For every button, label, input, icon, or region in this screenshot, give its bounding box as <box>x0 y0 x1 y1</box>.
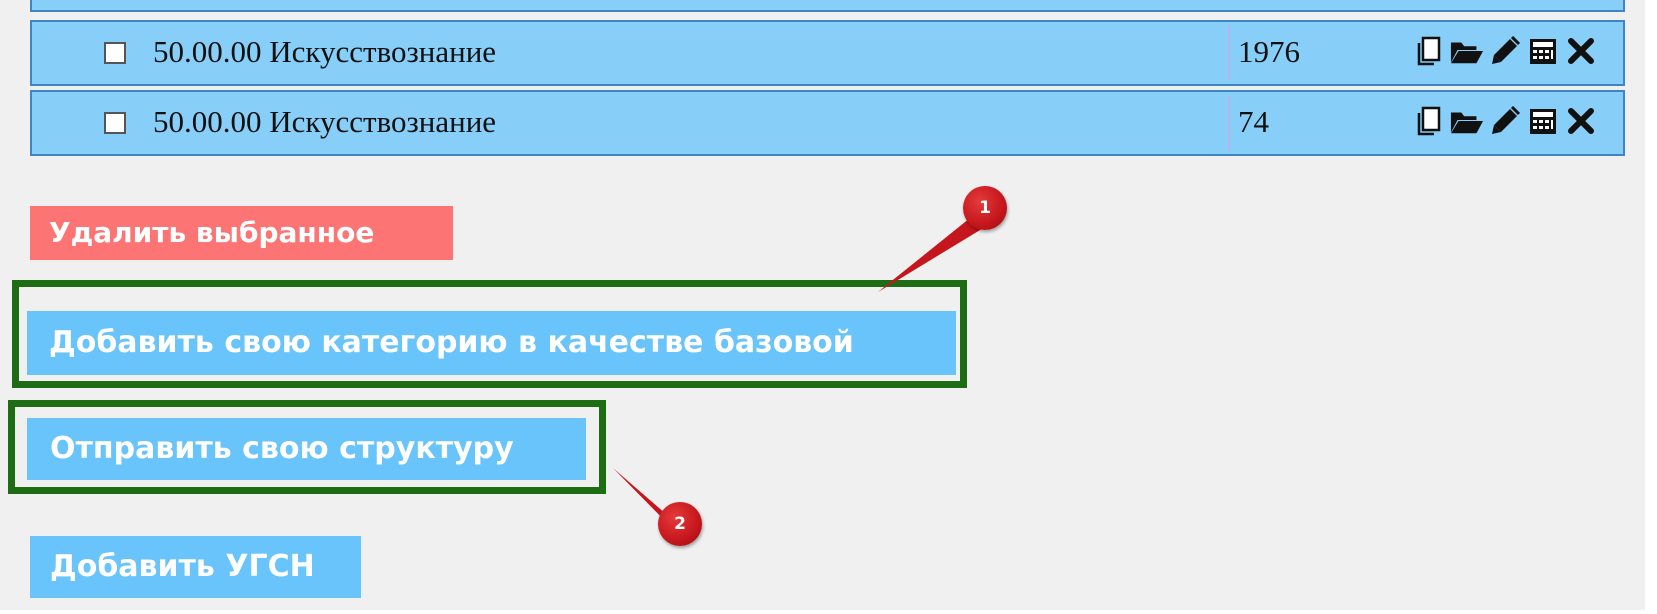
row-actions <box>1412 104 1598 138</box>
row-select-checkbox[interactable] <box>104 112 126 134</box>
column-divider <box>1228 96 1230 150</box>
table-row: 50.00.00 Искусствознание 74 <box>30 90 1625 156</box>
annotation-marker-1: 1 <box>963 186 1007 230</box>
folder-open-icon[interactable] <box>1450 34 1484 68</box>
column-divider <box>1228 26 1230 80</box>
add-category-as-base-button[interactable]: Добавить свою категорию в качестве базов… <box>27 311 956 375</box>
row-count: 74 <box>1238 104 1269 139</box>
row-category-name: 50.00.00 Искусствознание <box>153 104 497 139</box>
send-structure-button[interactable]: Отправить свою структуру <box>27 418 586 480</box>
pencil-icon[interactable] <box>1488 34 1522 68</box>
copy-icon[interactable] <box>1412 104 1446 138</box>
row-category-name: 50.00.00 Искусствознание <box>153 34 497 69</box>
row-select-checkbox[interactable] <box>104 42 126 64</box>
copy-icon[interactable] <box>1412 34 1446 68</box>
close-icon[interactable] <box>1564 34 1598 68</box>
calculator-icon[interactable] <box>1526 104 1560 138</box>
delete-selected-button[interactable]: Удалить выбранное <box>30 206 453 260</box>
add-ugsn-button[interactable]: Добавить УГСН <box>30 536 361 598</box>
page-bottom-edge <box>0 610 1657 614</box>
folder-open-icon[interactable] <box>1450 104 1484 138</box>
row-count: 1976 <box>1238 34 1300 69</box>
page-right-edge <box>1645 0 1657 614</box>
calculator-icon[interactable] <box>1526 34 1560 68</box>
close-icon[interactable] <box>1564 104 1598 138</box>
row-actions <box>1412 34 1598 68</box>
pencil-icon[interactable] <box>1488 104 1522 138</box>
table-row-partial <box>30 0 1625 12</box>
annotation-marker-2: 2 <box>658 502 702 546</box>
table-row: 50.00.00 Искусствознание 1976 <box>30 20 1625 86</box>
